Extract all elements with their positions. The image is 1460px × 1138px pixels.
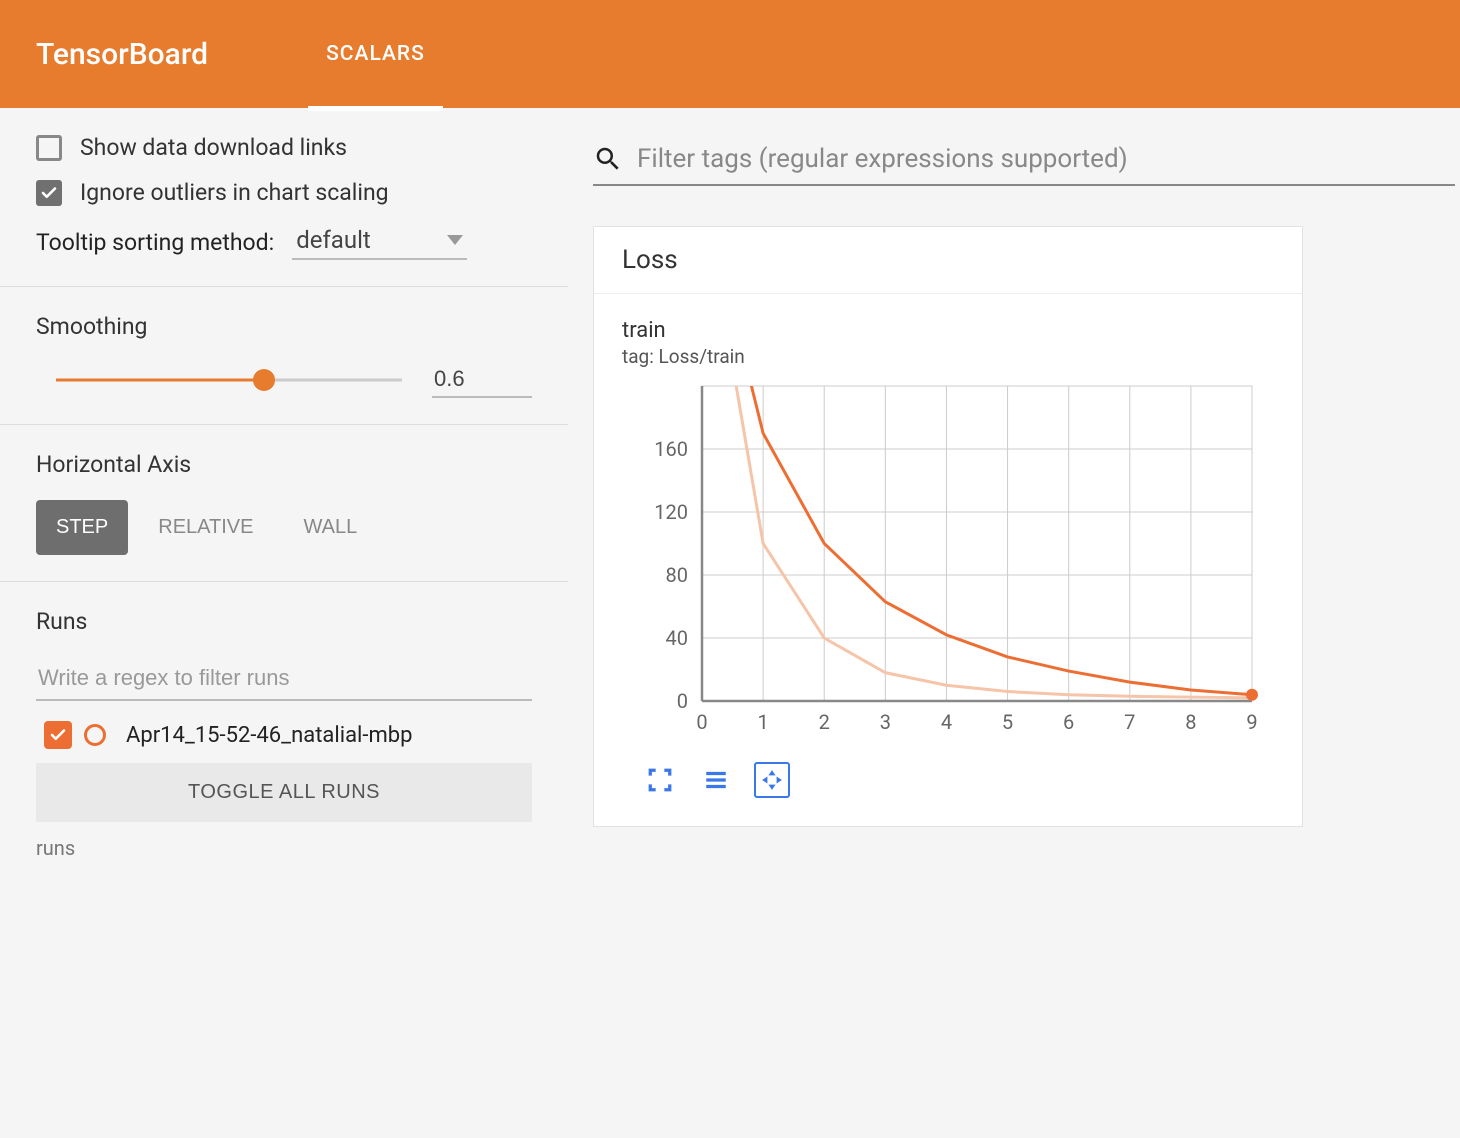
svg-text:5: 5 [1002, 710, 1013, 734]
smoothing-slider[interactable] [56, 365, 402, 395]
horizontal-axis-group: STEP RELATIVE WALL [36, 500, 532, 555]
svg-text:9: 9 [1246, 710, 1257, 734]
tab-scalars[interactable]: SCALARS [308, 3, 443, 111]
axis-step-button[interactable]: STEP [36, 500, 128, 555]
svg-text:8: 8 [1185, 710, 1196, 734]
svg-text:160: 160 [654, 437, 688, 461]
checkbox-checked-icon [36, 180, 62, 206]
chart-toolbar [622, 762, 1274, 798]
option-show-download-links[interactable]: Show data download links [36, 134, 532, 161]
card-title: Loss [594, 227, 1302, 294]
run-name-label: Apr14_15-52-46_natalial-mbp [126, 723, 412, 748]
content-area: Loss train tag: Loss/train 0 1 2 3 4 5 6 7 8 9 0 40… [568, 108, 1460, 886]
tooltip-sort-dropdown[interactable]: default [292, 224, 467, 260]
svg-text:6: 6 [1063, 710, 1074, 734]
smoothing-input[interactable] [432, 362, 532, 398]
svg-text:40: 40 [666, 626, 688, 650]
sidebar: Show data download links Ignore outliers… [0, 108, 568, 886]
svg-text:7: 7 [1124, 710, 1135, 734]
axis-relative-button[interactable]: RELATIVE [138, 500, 273, 555]
svg-text:2: 2 [819, 710, 830, 734]
dropdown-value: default [296, 226, 371, 254]
option-label: Show data download links [80, 134, 347, 161]
run-item: Apr14_15-52-46_natalial-mbp [36, 721, 532, 749]
tag-filter-input[interactable] [637, 144, 1455, 174]
chart-plot[interactable]: 0 1 2 3 4 5 6 7 8 9 0 40 80 120 160 [622, 376, 1272, 746]
menu-icon[interactable] [698, 762, 734, 798]
svg-text:0: 0 [696, 710, 707, 734]
search-icon [593, 144, 623, 174]
smoothing-label: Smoothing [36, 313, 532, 340]
svg-text:80: 80 [666, 563, 688, 587]
svg-text:120: 120 [654, 500, 688, 524]
fit-icon[interactable] [754, 762, 790, 798]
scalar-card: Loss train tag: Loss/train 0 1 2 3 4 5 6 7 8 9 0 40… [593, 226, 1303, 827]
chart-title: train [622, 318, 1274, 343]
axis-wall-button[interactable]: WALL [283, 500, 377, 555]
option-ignore-outliers[interactable]: Ignore outliers in chart scaling [36, 179, 532, 206]
slider-fill [56, 379, 264, 382]
expand-icon[interactable] [642, 762, 678, 798]
svg-text:3: 3 [880, 710, 891, 734]
option-label: Ignore outliers in chart scaling [80, 179, 389, 206]
chevron-down-icon [447, 235, 463, 245]
run-color-swatch[interactable] [84, 724, 106, 746]
horizontal-axis-label: Horizontal Axis [36, 451, 532, 478]
svg-text:4: 4 [941, 710, 952, 734]
runs-filter-input[interactable] [36, 657, 532, 701]
svg-text:1: 1 [757, 710, 768, 734]
tag-filter-row [593, 138, 1455, 186]
app-title: TensorBoard [36, 37, 208, 72]
svg-text:0: 0 [677, 689, 688, 713]
checkbox-unchecked-icon [36, 135, 62, 161]
tooltip-sort-label: Tooltip sorting method: [36, 229, 274, 256]
run-checkbox[interactable] [44, 721, 72, 749]
runs-label: Runs [36, 608, 532, 635]
chart-tag: tag: Loss/train [622, 345, 1274, 368]
toggle-all-runs-button[interactable]: TOGGLE ALL RUNS [36, 763, 532, 822]
runs-caption: runs [36, 836, 532, 860]
app-header: TensorBoard SCALARS [0, 0, 1460, 108]
slider-thumb[interactable] [253, 369, 275, 391]
